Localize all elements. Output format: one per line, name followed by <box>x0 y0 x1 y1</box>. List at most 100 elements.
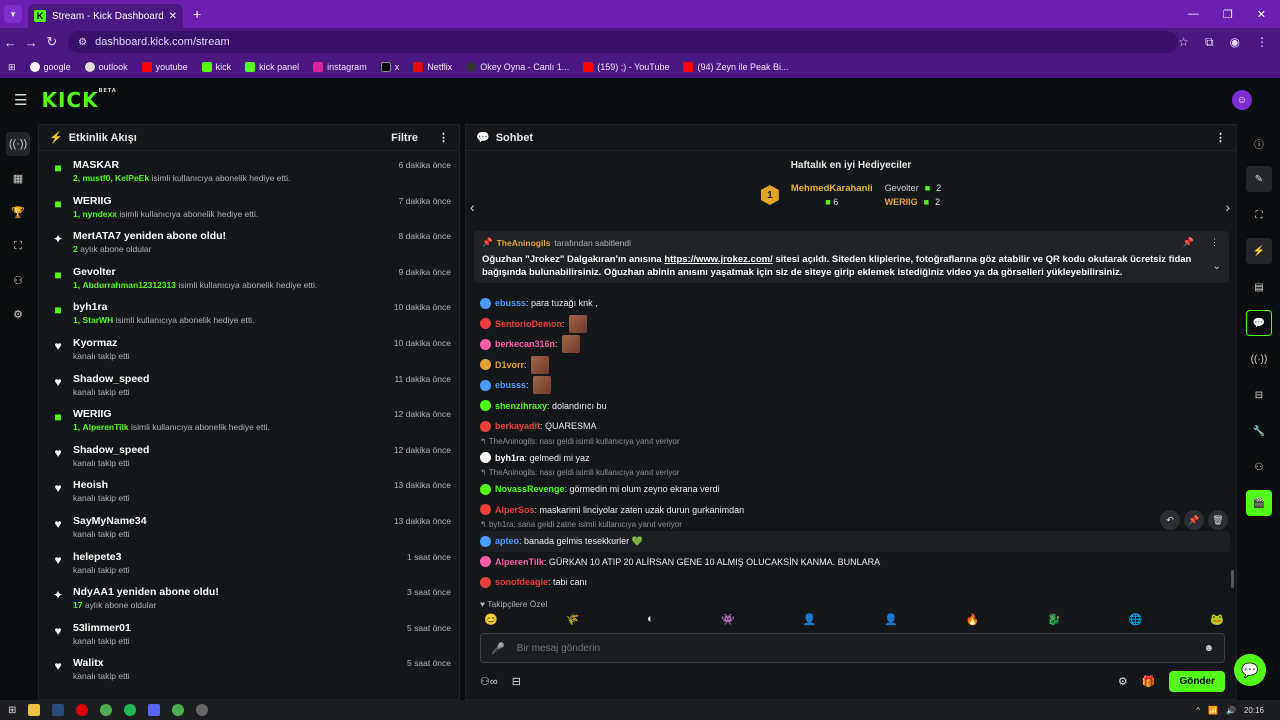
bookmark-google[interactable]: google <box>29 62 71 72</box>
chat-message[interactable]: byh1ra: gelmedi mi yaz <box>480 448 1230 469</box>
bookmark-youtube[interactable]: youtube <box>141 62 188 72</box>
activity-item[interactable]: ♥ Walitx kanalı takip etti 5 saat önce <box>39 655 459 691</box>
moderation-icon[interactable]: ⛶ <box>6 234 30 258</box>
opera-icon[interactable] <box>76 704 89 716</box>
chat-username[interactable]: AlperSos <box>495 505 535 515</box>
unpin-icon[interactable]: 📌 <box>1183 237 1194 248</box>
url-field[interactable]: ⚙ dashboard.kick.com/stream <box>68 31 1179 53</box>
bookmark-x[interactable]: x <box>380 62 399 72</box>
chat-message[interactable]: sonofdeagle: tabi canı <box>480 572 1230 593</box>
forward-icon[interactable]: → <box>21 35 42 50</box>
settings-icon[interactable]: ⚙ <box>6 302 30 326</box>
infinity-icon[interactable]: ⚇∞ <box>480 675 498 688</box>
chat-message[interactable]: SentorioDemon: <box>480 314 1230 335</box>
back-icon[interactable]: ← <box>0 35 21 50</box>
capture-icon[interactable]: ⛶ <box>1246 202 1272 228</box>
tools-icon[interactable]: 🔧 <box>1246 418 1272 444</box>
reply-icon[interactable]: ↶ <box>1160 510 1180 530</box>
file-explorer-icon[interactable] <box>28 704 41 716</box>
activity-item[interactable]: ■ Gevolter 1, Abdurrahman12312313 isimli k… <box>39 264 459 300</box>
volume-icon[interactable]: 🔊 <box>1226 706 1236 715</box>
chat-message-input[interactable] <box>516 642 1204 654</box>
chat-message[interactable]: ebusss: para tuzağı knk , <box>480 293 1230 314</box>
next-arrow-icon[interactable]: › <box>1225 199 1230 215</box>
mic-icon[interactable]: 🎤 <box>491 642 505 655</box>
chat-toggle-icon[interactable]: 💬 <box>1246 310 1272 336</box>
support-chat-icon[interactable]: 💬 <box>1234 654 1266 686</box>
chat-message[interactable]: apteo: banada gelmis tesekkurler 💚 <box>480 531 1230 552</box>
more-options-icon[interactable]: ⋮ <box>438 131 449 144</box>
top-gifter[interactable]: MehmedKarahanli ■ 6 <box>791 183 873 207</box>
chat-settings-icon[interactable]: ⚙ <box>1118 675 1128 688</box>
expand-icon[interactable]: ⌄ <box>1213 261 1221 272</box>
chat-message[interactable]: AlperenTilk: GÜRKAN 10 ATIP 20 ALİRSAN G… <box>480 552 1230 573</box>
windows-start-icon[interactable]: ⊞ <box>8 705 16 716</box>
store-icon[interactable]: ⊟ <box>512 675 521 688</box>
activity-item[interactable]: ■ WERIIG 1, AlperenTilk isimli kullanıcıya… <box>39 406 459 442</box>
filter-button[interactable]: Filtre <box>391 132 418 144</box>
activity-item[interactable]: ✦ NdyAA1 yeniden abone oldu! 17 aylık abon… <box>39 584 459 620</box>
emote-icon[interactable]: 🔥 <box>966 613 980 626</box>
clips-icon[interactable]: 🎬 <box>1246 490 1272 516</box>
clock[interactable]: 20:16 <box>1244 706 1264 715</box>
gifter-2[interactable]: Gevolter ■ 2 <box>885 183 941 193</box>
menu-icon[interactable]: ☰ <box>14 91 27 109</box>
activity-item[interactable]: ♥ Kyormaz kanalı takip etti 10 dakika önce <box>39 335 459 371</box>
pinned-by-user[interactable]: TheAninogils <box>497 238 551 248</box>
chat-username[interactable]: apteo <box>495 536 519 546</box>
bookmark-youtube-94[interactable]: (94) Zeyn ile Peak Bi... <box>683 62 789 72</box>
activity-item[interactable]: ♥ Shadow_speed kanalı takip etti 11 dakika… <box>39 371 459 407</box>
site-info-icon[interactable]: ⚙ <box>78 37 87 48</box>
wifi-icon[interactable]: 📶 <box>1208 706 1218 715</box>
chat-username[interactable]: D1vorr <box>495 360 524 370</box>
pin-menu-icon[interactable]: ⋮ <box>1210 237 1219 248</box>
emote-icon[interactable]: ◐ <box>647 613 654 626</box>
close-window-icon[interactable]: ✕ <box>1257 8 1266 21</box>
activity-item[interactable]: ♥ 53limmer01 kanalı takip etti 5 saat önce <box>39 620 459 656</box>
chat-username[interactable]: ebusss <box>495 298 526 308</box>
new-tab-button[interactable]: + <box>193 6 201 22</box>
activity-bolt-icon[interactable]: ⚡ <box>1246 238 1272 264</box>
bookmark-outlook[interactable]: outlook <box>84 62 128 72</box>
notes-icon[interactable]: ▤ <box>1246 274 1272 300</box>
chat-message[interactable]: AlperSos: maskarimi linciyolar zaten uza… <box>480 500 1230 521</box>
emote-icon[interactable]: 👤 <box>803 613 817 626</box>
apps-icon[interactable]: ⊞ <box>8 62 16 73</box>
chat-message[interactable]: berkecan316n: <box>480 334 1230 355</box>
chat-message[interactable]: shenzihraxy: dolandırıcı bu <box>480 396 1230 417</box>
obs-icon[interactable] <box>196 704 209 716</box>
emote-icon[interactable]: 👾 <box>721 613 735 626</box>
spotify-icon[interactable] <box>124 704 137 716</box>
gifter-3[interactable]: WERIIG ■ 2 <box>885 197 941 207</box>
chat-username[interactable]: ebusss <box>495 380 526 390</box>
chat-message[interactable]: D1vorr: <box>480 355 1230 376</box>
activity-item[interactable]: ■ WERIIG 1, nyndexx isimli kullanıcıya abo… <box>39 193 459 229</box>
reload-icon[interactable]: ↻ <box>41 34 62 50</box>
extensions-icon[interactable]: ⧉ <box>1205 35 1214 50</box>
activity-item[interactable]: ♥ Shadow_speed kanalı takip etti 12 dakika… <box>39 442 459 478</box>
chrome-active-icon[interactable] <box>172 704 185 716</box>
emote-icon[interactable]: 🌐 <box>1129 613 1143 626</box>
dashboard-icon[interactable]: ▦ <box>6 166 30 190</box>
chat-username[interactable]: berkayadit <box>495 421 540 431</box>
emote-icon[interactable]: 🌾 <box>565 613 579 626</box>
send-button[interactable]: Gönder <box>1169 670 1225 692</box>
emote-icon[interactable]: 🐉 <box>1047 613 1061 626</box>
chrome-icon[interactable] <box>100 704 113 716</box>
chat-scrollbar[interactable] <box>1231 570 1234 588</box>
gift-icon[interactable]: 🎁 <box>1142 675 1156 688</box>
activity-item[interactable]: ✦ MertATA7 yeniden abone oldu! 2 aylık abo… <box>39 228 459 264</box>
bookmark-netflix[interactable]: Netflix <box>413 62 452 72</box>
activity-item[interactable]: ♥ helepete3 kanalı takip etti 1 saat önce <box>39 549 459 585</box>
activity-item[interactable]: ♥ Heoish kanalı takip etti 13 dakika önce <box>39 477 459 513</box>
delete-icon[interactable]: 🗑 <box>1208 510 1228 530</box>
kick-logo[interactable]: KICKBETA <box>41 88 116 112</box>
emote-icon[interactable]: 🐸 <box>1210 613 1224 626</box>
close-tab-icon[interactable]: ✕ <box>169 11 177 22</box>
activity-item[interactable]: ■ byh1ra 1, StarWH isimli kullanıcıya abon… <box>39 299 459 335</box>
emote-icon[interactable]: 👤 <box>884 613 898 626</box>
edit-icon[interactable]: ✎ <box>1246 166 1272 192</box>
chat-options-icon[interactable]: ⋮ <box>1215 131 1226 144</box>
minimize-icon[interactable]: — <box>1188 8 1199 21</box>
chat-username[interactable]: AlperenTilk <box>495 557 544 567</box>
